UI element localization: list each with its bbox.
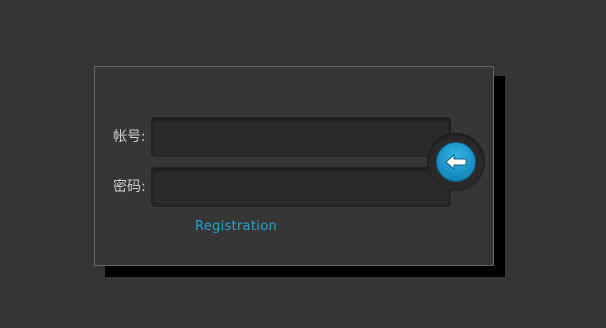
account-field[interactable]	[151, 117, 451, 157]
arrow-left-icon	[445, 154, 467, 170]
account-label: 帐号:	[113, 129, 146, 145]
submit-button[interactable]	[436, 142, 476, 182]
login-panel: 帐号: 密码: Registration	[94, 66, 494, 266]
submit-button-ring	[427, 133, 485, 191]
password-field[interactable]	[151, 167, 451, 207]
password-label: 密码:	[113, 179, 146, 195]
login-stage: 帐号: 密码: Registration	[0, 0, 606, 328]
registration-link[interactable]: Registration	[195, 219, 277, 234]
